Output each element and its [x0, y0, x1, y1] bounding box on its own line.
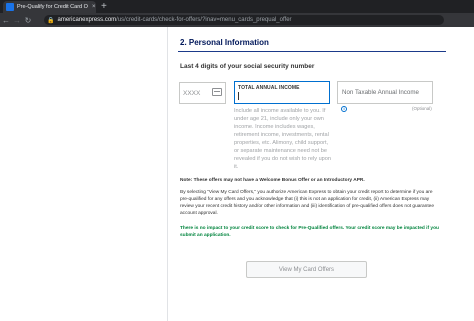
browser-tab[interactable]: Pre-Qualify for Credit Card O ×	[3, 1, 96, 13]
section-divider	[178, 51, 446, 52]
amex-favicon-icon	[6, 3, 14, 11]
consent-text: By selecting "View My Card Offers," you …	[180, 190, 435, 216]
view-card-offers-button[interactable]: View My Card Offers	[246, 261, 367, 278]
income-help-text: Include all income available to you. If …	[234, 108, 332, 170]
credit-impact-text: There is no impact to your credit score …	[180, 226, 439, 238]
forward-icon[interactable]: →	[12, 16, 22, 25]
close-tab-icon[interactable]: ×	[92, 4, 96, 10]
url-path: /us/credit-cards/check-for-offers/?inav=…	[116, 17, 292, 23]
section-title: 2. Personal Information	[180, 38, 269, 47]
optional-label: (Optional)	[412, 106, 432, 111]
browser-toolbar: ← → ↻ 🔒 americanexpress.com /us/credit-c…	[0, 13, 474, 27]
page-background	[0, 27, 474, 321]
ssn-label: Last 4 digits of your social security nu…	[180, 63, 315, 70]
browser-tab-bar: Pre-Qualify for Credit Card O × +	[0, 0, 474, 13]
address-bar[interactable]: 🔒 americanexpress.com /us/credit-cards/c…	[44, 15, 444, 25]
ssn-card-icon	[212, 88, 222, 96]
url-host: americanexpress.com	[57, 17, 117, 23]
offers-note: Note: These offers may not have a Welcom…	[180, 178, 365, 183]
ssn-placeholder: XXXX	[183, 90, 201, 97]
reload-icon[interactable]: ↻	[23, 16, 33, 25]
info-icon[interactable]: i	[341, 106, 347, 112]
tab-title: Pre-Qualify for Credit Card O	[17, 4, 88, 10]
new-tab-button[interactable]: +	[101, 1, 107, 12]
lock-icon[interactable]: 🔒	[47, 17, 54, 24]
income-field-label: TOTAL ANNUAL INCOME	[238, 85, 300, 91]
non-taxable-placeholder: Non Taxable Annual Income	[342, 89, 419, 96]
back-icon[interactable]: ←	[1, 16, 11, 25]
text-cursor	[238, 92, 239, 100]
